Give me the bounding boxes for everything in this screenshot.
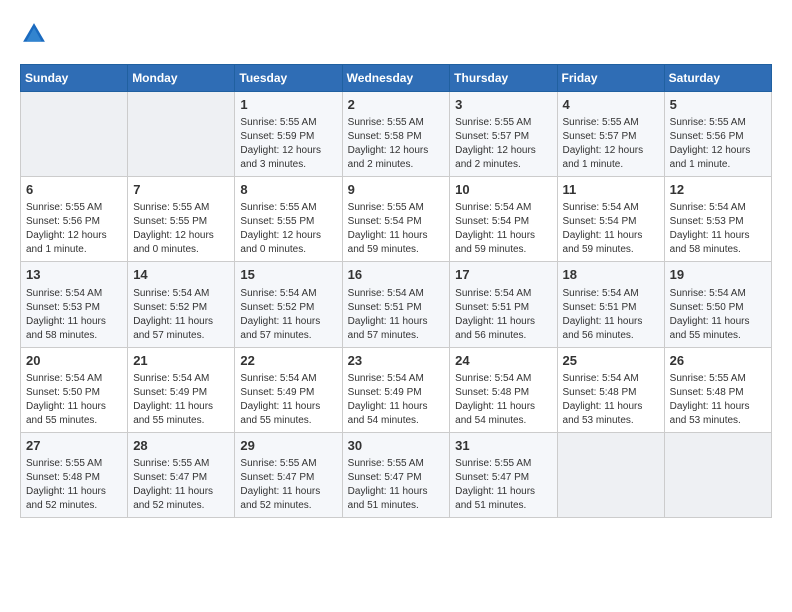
header-day: Friday <box>557 65 664 92</box>
header-row: SundayMondayTuesdayWednesdayThursdayFrid… <box>21 65 772 92</box>
calendar-cell: 16Sunrise: 5:54 AM Sunset: 5:51 PM Dayli… <box>342 262 450 347</box>
day-number: 23 <box>348 352 445 370</box>
day-number: 31 <box>455 437 551 455</box>
calendar-cell: 24Sunrise: 5:54 AM Sunset: 5:48 PM Dayli… <box>450 347 557 432</box>
day-number: 19 <box>670 266 766 284</box>
calendar-cell: 22Sunrise: 5:54 AM Sunset: 5:49 PM Dayli… <box>235 347 342 432</box>
day-number: 4 <box>563 96 659 114</box>
day-number: 1 <box>240 96 336 114</box>
calendar-cell: 28Sunrise: 5:55 AM Sunset: 5:47 PM Dayli… <box>128 432 235 517</box>
calendar-week-row: 20Sunrise: 5:54 AM Sunset: 5:50 PM Dayli… <box>21 347 772 432</box>
calendar-cell: 13Sunrise: 5:54 AM Sunset: 5:53 PM Dayli… <box>21 262 128 347</box>
calendar-week-row: 1Sunrise: 5:55 AM Sunset: 5:59 PM Daylig… <box>21 92 772 177</box>
day-number: 11 <box>563 181 659 199</box>
calendar-cell: 17Sunrise: 5:54 AM Sunset: 5:51 PM Dayli… <box>450 262 557 347</box>
header-day: Sunday <box>21 65 128 92</box>
logo <box>20 20 54 48</box>
calendar-cell: 15Sunrise: 5:54 AM Sunset: 5:52 PM Dayli… <box>235 262 342 347</box>
day-number: 25 <box>563 352 659 370</box>
calendar-cell: 5Sunrise: 5:55 AM Sunset: 5:56 PM Daylig… <box>664 92 771 177</box>
calendar-week-row: 27Sunrise: 5:55 AM Sunset: 5:48 PM Dayli… <box>21 432 772 517</box>
calendar-table: SundayMondayTuesdayWednesdayThursdayFrid… <box>20 64 772 518</box>
day-number: 8 <box>240 181 336 199</box>
calendar-cell: 3Sunrise: 5:55 AM Sunset: 5:57 PM Daylig… <box>450 92 557 177</box>
calendar-cell: 20Sunrise: 5:54 AM Sunset: 5:50 PM Dayli… <box>21 347 128 432</box>
day-number: 3 <box>455 96 551 114</box>
day-number: 16 <box>348 266 445 284</box>
calendar-cell <box>557 432 664 517</box>
calendar-cell: 18Sunrise: 5:54 AM Sunset: 5:51 PM Dayli… <box>557 262 664 347</box>
day-number: 30 <box>348 437 445 455</box>
calendar-cell: 8Sunrise: 5:55 AM Sunset: 5:55 PM Daylig… <box>235 177 342 262</box>
header-day: Saturday <box>664 65 771 92</box>
page-header <box>20 20 772 48</box>
day-number: 15 <box>240 266 336 284</box>
calendar-body: 1Sunrise: 5:55 AM Sunset: 5:59 PM Daylig… <box>21 92 772 518</box>
logo-icon <box>20 20 48 48</box>
header-day: Wednesday <box>342 65 450 92</box>
calendar-cell: 29Sunrise: 5:55 AM Sunset: 5:47 PM Dayli… <box>235 432 342 517</box>
day-number: 10 <box>455 181 551 199</box>
day-number: 9 <box>348 181 445 199</box>
day-number: 2 <box>348 96 445 114</box>
calendar-cell: 14Sunrise: 5:54 AM Sunset: 5:52 PM Dayli… <box>128 262 235 347</box>
calendar-cell: 12Sunrise: 5:54 AM Sunset: 5:53 PM Dayli… <box>664 177 771 262</box>
header-day: Thursday <box>450 65 557 92</box>
day-number: 24 <box>455 352 551 370</box>
calendar-cell <box>21 92 128 177</box>
day-number: 12 <box>670 181 766 199</box>
day-number: 26 <box>670 352 766 370</box>
day-number: 14 <box>133 266 229 284</box>
calendar-cell: 19Sunrise: 5:54 AM Sunset: 5:50 PM Dayli… <box>664 262 771 347</box>
calendar-cell <box>664 432 771 517</box>
calendar-cell: 2Sunrise: 5:55 AM Sunset: 5:58 PM Daylig… <box>342 92 450 177</box>
calendar-cell: 25Sunrise: 5:54 AM Sunset: 5:48 PM Dayli… <box>557 347 664 432</box>
day-number: 18 <box>563 266 659 284</box>
calendar-cell: 4Sunrise: 5:55 AM Sunset: 5:57 PM Daylig… <box>557 92 664 177</box>
calendar-header: SundayMondayTuesdayWednesdayThursdayFrid… <box>21 65 772 92</box>
calendar-cell: 10Sunrise: 5:54 AM Sunset: 5:54 PM Dayli… <box>450 177 557 262</box>
header-day: Monday <box>128 65 235 92</box>
calendar-cell: 1Sunrise: 5:55 AM Sunset: 5:59 PM Daylig… <box>235 92 342 177</box>
day-number: 21 <box>133 352 229 370</box>
calendar-cell <box>128 92 235 177</box>
day-number: 27 <box>26 437 122 455</box>
calendar-cell: 11Sunrise: 5:54 AM Sunset: 5:54 PM Dayli… <box>557 177 664 262</box>
calendar-cell: 21Sunrise: 5:54 AM Sunset: 5:49 PM Dayli… <box>128 347 235 432</box>
calendar-cell: 27Sunrise: 5:55 AM Sunset: 5:48 PM Dayli… <box>21 432 128 517</box>
day-number: 13 <box>26 266 122 284</box>
calendar-cell: 31Sunrise: 5:55 AM Sunset: 5:47 PM Dayli… <box>450 432 557 517</box>
calendar-cell: 6Sunrise: 5:55 AM Sunset: 5:56 PM Daylig… <box>21 177 128 262</box>
day-number: 22 <box>240 352 336 370</box>
day-number: 6 <box>26 181 122 199</box>
calendar-cell: 26Sunrise: 5:55 AM Sunset: 5:48 PM Dayli… <box>664 347 771 432</box>
calendar-cell: 7Sunrise: 5:55 AM Sunset: 5:55 PM Daylig… <box>128 177 235 262</box>
day-number: 7 <box>133 181 229 199</box>
day-number: 29 <box>240 437 336 455</box>
calendar-cell: 23Sunrise: 5:54 AM Sunset: 5:49 PM Dayli… <box>342 347 450 432</box>
day-number: 20 <box>26 352 122 370</box>
calendar-week-row: 13Sunrise: 5:54 AM Sunset: 5:53 PM Dayli… <box>21 262 772 347</box>
day-number: 28 <box>133 437 229 455</box>
calendar-cell: 30Sunrise: 5:55 AM Sunset: 5:47 PM Dayli… <box>342 432 450 517</box>
day-number: 17 <box>455 266 551 284</box>
calendar-week-row: 6Sunrise: 5:55 AM Sunset: 5:56 PM Daylig… <box>21 177 772 262</box>
header-day: Tuesday <box>235 65 342 92</box>
calendar-cell: 9Sunrise: 5:55 AM Sunset: 5:54 PM Daylig… <box>342 177 450 262</box>
day-number: 5 <box>670 96 766 114</box>
